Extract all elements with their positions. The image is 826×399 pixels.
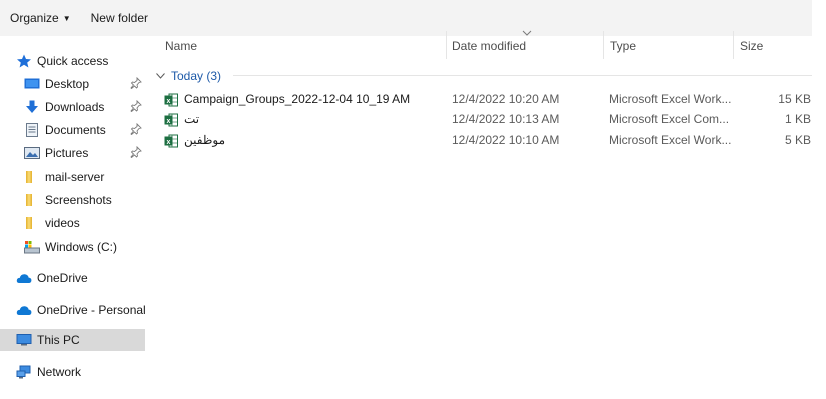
pin-icon <box>130 123 142 135</box>
file-type: Microsoft Excel Work... <box>609 133 732 147</box>
pin-icon <box>130 146 142 158</box>
excel-file-icon: x <box>164 92 178 107</box>
nav-item-windows-c[interactable]: Windows (C:) <box>24 236 145 258</box>
caret-down-icon: ▼ <box>62 14 71 23</box>
group-header-today[interactable]: Today (3) <box>156 68 221 84</box>
nav-item-network[interactable]: Network <box>16 361 145 383</box>
svg-text:x: x <box>167 139 171 146</box>
nav-label: This PC <box>37 333 80 347</box>
nav-item-onedrive[interactable]: OneDrive <box>16 267 145 289</box>
nav-item-onedrive-personal[interactable]: OneDrive - Personal <box>16 299 146 321</box>
nav-label: Desktop <box>45 77 90 91</box>
cloud-icon <box>16 303 32 317</box>
drive-icon <box>24 240 40 254</box>
column-header-name[interactable]: Name <box>165 39 197 53</box>
organize-label: Organize <box>10 11 59 25</box>
folder-icon <box>24 216 40 230</box>
download-arrow-icon <box>24 100 40 114</box>
group-label: Today (3) <box>171 69 222 83</box>
pin-icon <box>130 100 142 112</box>
folder-icon <box>24 193 40 207</box>
network-icon <box>16 365 32 379</box>
excel-file-icon: x <box>164 112 178 127</box>
navigation-pane: Quick access Desktop Downloads Documents… <box>0 36 146 399</box>
document-icon <box>24 123 40 137</box>
file-size: 15 KB <box>778 92 811 106</box>
desktop-icon <box>24 77 40 91</box>
file-row[interactable]: x Campaign_Groups_2022-12-04 10_19 AM 12… <box>156 88 812 110</box>
file-type: Microsoft Excel Work... <box>609 92 732 106</box>
nav-label: Quick access <box>37 54 109 68</box>
command-bar: Organize ▼ New folder <box>0 0 812 36</box>
file-row[interactable]: x موظفين 12/4/2022 10:10 AM Microsoft Ex… <box>156 129 812 151</box>
nav-label: Windows (C:) <box>45 240 118 254</box>
column-header-date-modified[interactable]: Date modified <box>452 39 526 53</box>
file-date: 12/4/2022 10:20 AM <box>452 92 560 106</box>
nav-label: videos <box>45 216 80 230</box>
svg-text:x: x <box>167 98 171 105</box>
chevron-down-icon <box>156 73 165 79</box>
new-folder-button[interactable]: New folder <box>91 11 148 25</box>
nav-item-mail-server[interactable]: mail-server <box>24 166 145 188</box>
file-name: تت <box>184 112 200 126</box>
file-date: 12/4/2022 10:10 AM <box>452 133 560 147</box>
nav-item-documents[interactable]: Documents <box>24 119 145 141</box>
nav-item-desktop[interactable]: Desktop <box>24 73 145 95</box>
organize-button[interactable]: Organize ▼ <box>10 11 71 25</box>
file-date: 12/4/2022 10:13 AM <box>452 112 560 126</box>
column-header-size[interactable]: Size <box>740 39 763 53</box>
cloud-icon <box>16 271 32 285</box>
file-name: موظفين <box>184 133 226 147</box>
nav-label: Network <box>37 365 82 379</box>
file-size: 5 KB <box>784 133 811 147</box>
nav-label: Pictures <box>45 146 89 160</box>
nav-label: OneDrive - Personal <box>37 303 146 317</box>
file-size: 1 KB <box>784 112 811 126</box>
column-divider[interactable] <box>603 31 604 59</box>
nav-label: Screenshots <box>45 193 112 207</box>
column-header-type[interactable]: Type <box>610 39 636 53</box>
nav-item-downloads[interactable]: Downloads <box>24 96 145 118</box>
folder-icon <box>24 170 40 184</box>
group-divider <box>233 75 812 76</box>
excel-file-icon: x <box>164 133 178 148</box>
nav-label: mail-server <box>45 170 105 184</box>
nav-item-screenshots[interactable]: Screenshots <box>24 189 145 211</box>
nav-label: OneDrive <box>37 271 88 285</box>
pictures-icon <box>24 146 40 160</box>
file-row[interactable]: x تت 12/4/2022 10:13 AM Microsoft Excel … <box>156 108 812 130</box>
file-name: Campaign_Groups_2022-12-04 10_19 AM <box>184 92 411 106</box>
column-divider[interactable] <box>733 31 734 59</box>
nav-label: Documents <box>45 123 106 137</box>
star-icon <box>16 54 32 68</box>
pin-icon <box>130 77 142 89</box>
file-name-cell: x تت <box>164 108 444 130</box>
file-name-cell: x Campaign_Groups_2022-12-04 10_19 AM <box>164 88 444 110</box>
nav-item-pictures[interactable]: Pictures <box>24 142 145 164</box>
nav-item-this-pc[interactable]: This PC <box>0 329 145 351</box>
file-type: Microsoft Excel Com... <box>609 112 730 126</box>
computer-icon <box>16 333 32 347</box>
svg-text:x: x <box>167 118 171 125</box>
file-name-cell: x موظفين <box>164 129 444 151</box>
nav-item-quick-access[interactable]: Quick access <box>16 50 144 72</box>
sort-descending-icon <box>522 30 532 36</box>
nav-label: Downloads <box>45 100 105 114</box>
column-divider[interactable] <box>446 31 447 59</box>
nav-item-videos[interactable]: videos <box>24 212 145 234</box>
